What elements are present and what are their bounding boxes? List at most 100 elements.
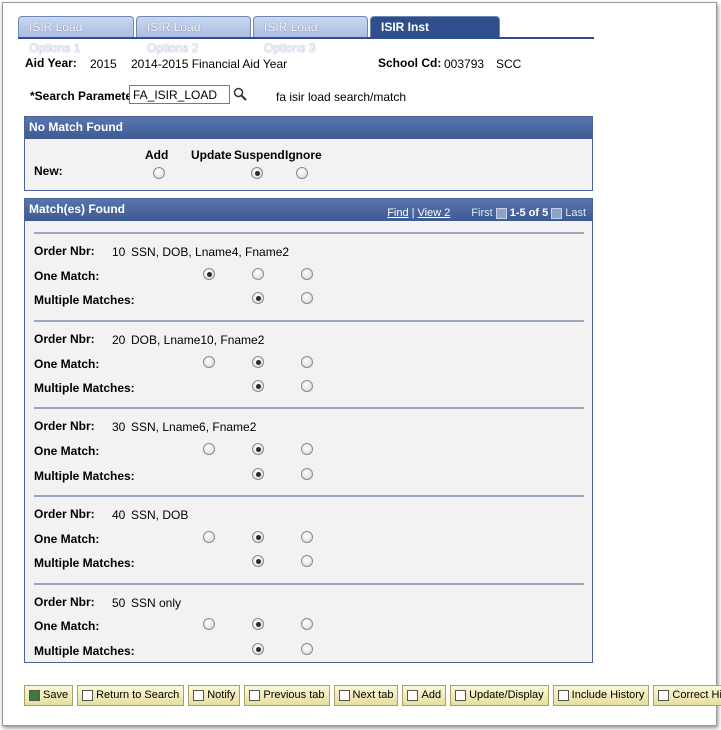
aid-year-label: Aid Year: xyxy=(25,56,77,70)
order-nbr-label: Order Nbr: xyxy=(34,507,95,521)
multiple-ignore-radio[interactable] xyxy=(301,380,313,392)
previous-tab-button[interactable]: Previous tab xyxy=(244,685,330,706)
order-criteria: SSN only xyxy=(131,596,182,610)
add-label: Add xyxy=(421,689,442,701)
notify-icon xyxy=(193,690,205,701)
aid-year-desc: 2014-2015 Financial Aid Year xyxy=(131,57,288,71)
include-history-button[interactable]: Include History xyxy=(552,685,650,706)
update-icon xyxy=(455,690,467,701)
include-history-label: Include History xyxy=(571,689,645,701)
multiple-ignore-radio[interactable] xyxy=(301,468,313,480)
aid-year-value: 2015 xyxy=(90,57,117,71)
order-criteria: DOB, Lname10, Fname2 xyxy=(131,333,265,347)
one-match-suspend-radio[interactable] xyxy=(252,531,264,543)
tab-strip: ISIR Load Options 1 ISIR Load Options 2 … xyxy=(18,16,500,55)
correct-history-button[interactable]: Correct History xyxy=(653,685,721,706)
one-match-ignore-radio[interactable] xyxy=(301,531,313,543)
row-divider xyxy=(34,232,584,234)
order-nbr-value: 10 xyxy=(112,245,126,259)
school-cd-value: 003793 xyxy=(444,57,485,71)
tab-isir-load-options-2[interactable]: ISIR Load Options 2 xyxy=(136,16,251,55)
first-label: First xyxy=(471,207,493,219)
new-ignore-radio[interactable] xyxy=(296,167,308,179)
multiple-matches-label: Multiple Matches: xyxy=(34,469,135,483)
multiple-ignore-radio[interactable] xyxy=(301,555,313,567)
multiple-suspend-radio[interactable] xyxy=(252,643,264,655)
col-update: Update xyxy=(191,148,232,162)
col-ignore: Ignore xyxy=(285,148,322,162)
last-label: Last xyxy=(565,207,586,219)
row-range: 1-5 of 5 xyxy=(509,207,549,219)
one-match-ignore-radio[interactable] xyxy=(301,356,313,368)
one-match-add-radio[interactable] xyxy=(203,443,215,455)
find-link[interactable]: Find xyxy=(387,203,408,224)
order-nbr-label: Order Nbr: xyxy=(34,244,95,258)
new-add-radio[interactable] xyxy=(153,167,165,179)
save-button-label: Save xyxy=(43,689,69,701)
next-row-icon[interactable] xyxy=(551,208,563,219)
one-match-label: One Match: xyxy=(34,619,100,633)
tab-isir-load-options-1[interactable]: ISIR Load Options 1 xyxy=(18,16,134,55)
matches-header: Match(es) Found Find | View 2 First 1-5 … xyxy=(25,199,592,221)
order-nbr-label: Order Nbr: xyxy=(34,595,95,609)
order-nbr-value: 40 xyxy=(112,508,126,522)
one-match-label: One Match: xyxy=(34,444,100,458)
correct-icon xyxy=(658,690,670,701)
school-cd-desc: SCC xyxy=(496,57,522,71)
one-match-ignore-radio[interactable] xyxy=(301,443,313,455)
grid-navigation: Find | View 2 First 1-5 of 5 Last xyxy=(387,203,586,224)
order-criteria: SSN, DOB xyxy=(131,508,189,522)
multiple-ignore-radio[interactable] xyxy=(301,292,313,304)
one-match-ignore-radio[interactable] xyxy=(301,268,313,280)
order-nbr-value: 20 xyxy=(112,333,126,347)
add-icon xyxy=(407,690,419,701)
view-all-link[interactable]: View 2 xyxy=(417,203,450,224)
search-param-label: *Search Parameter xyxy=(30,89,137,103)
multiple-suspend-radio[interactable] xyxy=(252,468,264,480)
one-match-add-radio[interactable] xyxy=(203,531,215,543)
notify-button[interactable]: Notify xyxy=(188,685,241,706)
tab-isir-load-options-3[interactable]: ISIR Load Options 3 xyxy=(253,16,368,55)
order-nbr-value: 50 xyxy=(112,596,126,610)
one-match-add-radio[interactable] xyxy=(203,268,215,280)
multiple-matches-label: Multiple Matches: xyxy=(34,644,135,658)
no-match-section: No Match Found Add Update Suspend Ignore… xyxy=(24,116,593,191)
search-param-input[interactable] xyxy=(129,85,230,104)
multiple-suspend-radio[interactable] xyxy=(252,380,264,392)
multiple-matches-label: Multiple Matches: xyxy=(34,556,135,570)
previous-row-icon[interactable] xyxy=(495,208,507,219)
lookup-icon[interactable] xyxy=(233,87,247,101)
next-tab-button[interactable]: Next tab xyxy=(333,685,399,706)
one-match-label: One Match: xyxy=(34,357,100,371)
one-match-suspend-radio[interactable] xyxy=(252,356,264,368)
next-icon xyxy=(338,690,350,701)
row-divider xyxy=(34,495,584,497)
one-match-add-radio[interactable] xyxy=(203,356,215,368)
one-match-label: One Match: xyxy=(34,269,100,283)
multiple-suspend-radio[interactable] xyxy=(252,555,264,567)
col-add: Add xyxy=(145,148,169,162)
return-to-search-button[interactable]: Return to Search xyxy=(77,685,185,706)
save-icon xyxy=(29,690,40,701)
row-divider xyxy=(34,407,584,409)
new-suspend-radio[interactable] xyxy=(251,167,263,179)
one-match-suspend-radio[interactable] xyxy=(252,268,264,280)
tab-isir-inst-searchmatch[interactable]: ISIR Inst SearchMatch xyxy=(370,16,500,55)
order-nbr-label: Order Nbr: xyxy=(34,332,95,346)
multiple-suspend-radio[interactable] xyxy=(252,292,264,304)
no-match-header: No Match Found xyxy=(25,117,592,139)
one-match-suspend-radio[interactable] xyxy=(252,618,264,630)
previous-tab-label: Previous tab xyxy=(263,689,325,701)
one-match-ignore-radio[interactable] xyxy=(301,618,313,630)
save-button[interactable]: Save xyxy=(24,685,74,706)
multiple-matches-label: Multiple Matches: xyxy=(34,293,135,307)
one-match-suspend-radio[interactable] xyxy=(252,443,264,455)
matches-title: Match(es) Found xyxy=(29,202,125,216)
multiple-ignore-radio[interactable] xyxy=(301,643,313,655)
add-button[interactable]: Add xyxy=(402,685,447,706)
one-match-add-radio[interactable] xyxy=(203,618,215,630)
row-divider xyxy=(34,320,584,322)
search-param-desc: fa isir load search/match xyxy=(276,90,407,104)
notify-label: Notify xyxy=(207,689,236,701)
update-display-button[interactable]: Update/Display xyxy=(450,685,549,706)
